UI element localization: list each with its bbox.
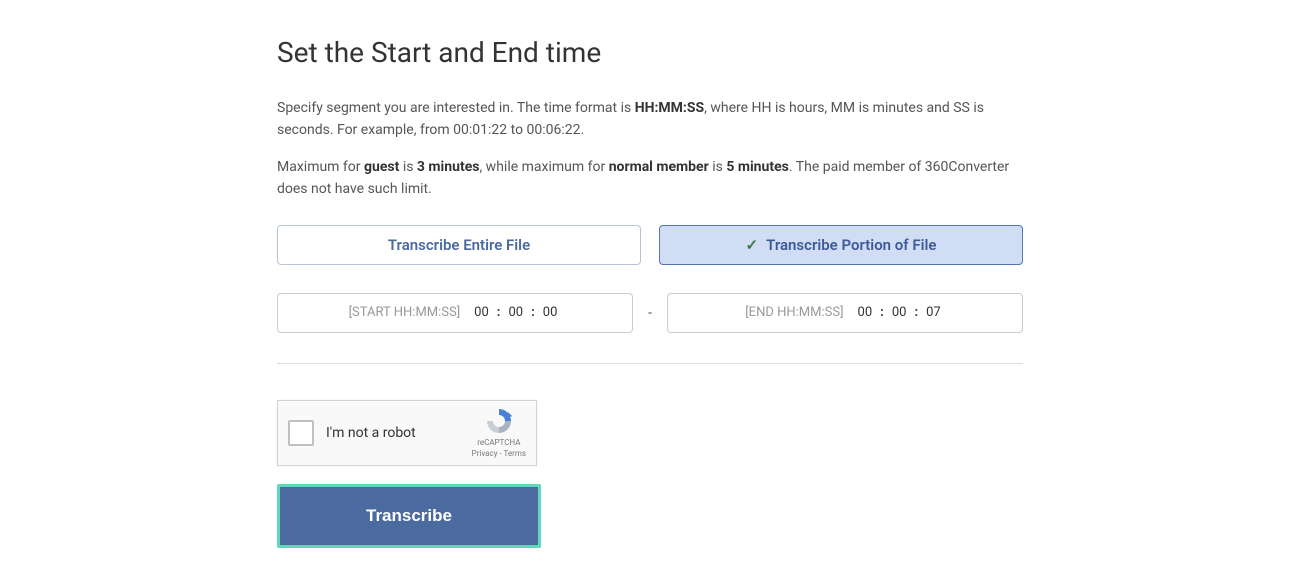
tab-transcribe-portion[interactable]: ✓ Transcribe Portion of File (659, 225, 1023, 265)
recaptcha-logo-icon (484, 406, 514, 436)
end-hh[interactable]: 00 (858, 305, 873, 320)
recaptcha-widget: I'm not a robot reCAPTCHA Privacy - Term… (277, 400, 537, 466)
desc-text: , while maximum for (479, 159, 608, 175)
description-format: Specify segment you are interested in. T… (277, 97, 1023, 142)
desc-member-limit-bold: 5 minutes (726, 159, 789, 175)
transcribe-button[interactable]: Transcribe (280, 487, 538, 545)
recaptcha-brand-text: reCAPTCHA (477, 438, 520, 448)
tab-label: Transcribe Portion of File (766, 236, 936, 254)
end-mm[interactable]: 00 (892, 305, 907, 320)
start-placeholder: [START HH:MM:SS] (349, 305, 461, 320)
transcribe-button-highlight: Transcribe (277, 484, 541, 548)
desc-text: is (709, 159, 727, 175)
recaptcha-label: I'm not a robot (326, 425, 472, 441)
range-separator: - (633, 305, 667, 321)
section-divider (277, 363, 1023, 364)
start-time-input[interactable]: [START HH:MM:SS] 00 : 00 : 00 (277, 293, 633, 333)
transcribe-button-label: Transcribe (366, 506, 452, 526)
check-icon: ✓ (746, 236, 759, 254)
tab-transcribe-entire[interactable]: Transcribe Entire File (277, 225, 641, 265)
desc-text: Maximum for (277, 159, 364, 175)
desc-text: is (399, 159, 417, 175)
tab-group: Transcribe Entire File ✓ Transcribe Port… (277, 225, 1023, 265)
desc-member-bold: normal member (609, 159, 709, 175)
desc-format-bold: HH:MM:SS (635, 100, 704, 116)
description-limits: Maximum for guest is 3 minutes, while ma… (277, 156, 1023, 201)
page-title: Set the Start and End time (277, 36, 1023, 69)
desc-guest-limit-bold: 3 minutes (417, 159, 480, 175)
desc-text: Specify segment you are interested in. T… (277, 100, 635, 116)
colon-separator: : (531, 305, 535, 320)
end-placeholder: [END HH:MM:SS] (745, 305, 843, 320)
recaptcha-terms-link[interactable]: Privacy - Terms (472, 449, 526, 459)
colon-separator: : (497, 305, 501, 320)
end-ss[interactable]: 07 (926, 305, 941, 320)
colon-separator: : (914, 305, 918, 320)
end-time-input[interactable]: [END HH:MM:SS] 00 : 00 : 07 (667, 293, 1023, 333)
start-hh[interactable]: 00 (474, 305, 489, 320)
desc-guest-bold: guest (364, 159, 399, 175)
time-range-row: [START HH:MM:SS] 00 : 00 : 00 - [END HH:… (277, 293, 1023, 333)
recaptcha-branding: reCAPTCHA Privacy - Terms (472, 406, 526, 459)
colon-separator: : (880, 305, 884, 320)
tab-label: Transcribe Entire File (388, 236, 530, 254)
recaptcha-checkbox[interactable] (288, 420, 314, 446)
start-ss[interactable]: 00 (543, 305, 558, 320)
start-mm[interactable]: 00 (508, 305, 523, 320)
